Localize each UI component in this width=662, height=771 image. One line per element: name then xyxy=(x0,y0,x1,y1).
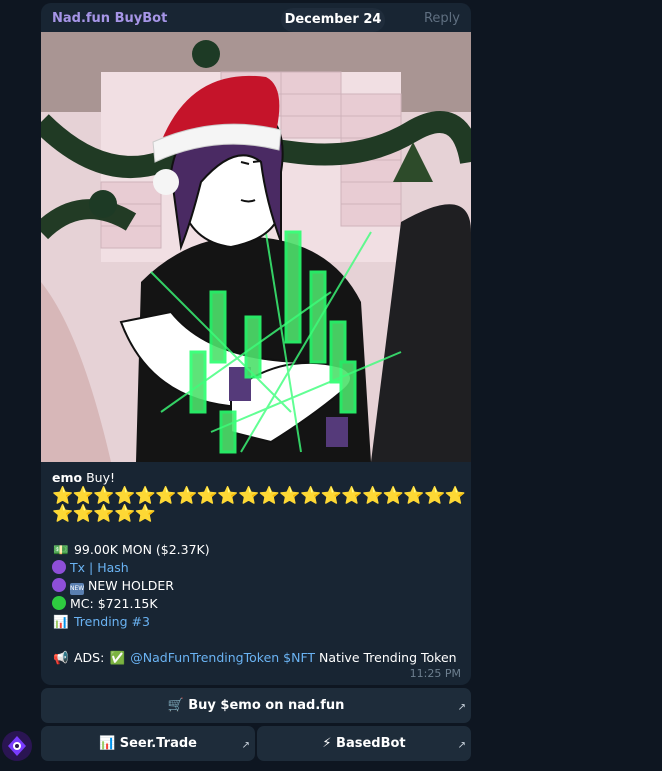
basedbot-button[interactable]: ⚡ BasedBot ↗ xyxy=(257,726,471,761)
buy-action: Buy! xyxy=(82,470,115,485)
hash-link[interactable]: Hash xyxy=(97,560,129,575)
external-link-icon: ↗ xyxy=(457,740,466,751)
message-bubble: Nad.fun BuyBot December 24 Reply emo Buy… xyxy=(41,3,471,685)
money-icon: 💵 xyxy=(53,542,69,557)
token-name: emo xyxy=(52,470,83,485)
message-photo[interactable] xyxy=(41,32,471,462)
external-link-icon: ↗ xyxy=(241,740,250,751)
ads-text: Native Trending Token xyxy=(315,650,457,665)
tx-separator: | xyxy=(85,560,98,575)
seer-button-label: 📊 Seer.Trade xyxy=(99,736,197,751)
stars-row: ⭐⭐⭐⭐⭐⭐⭐⭐⭐⭐⭐⭐⭐⭐⭐⭐⭐⭐⭐⭐ ⭐⭐⭐⭐⭐ xyxy=(52,486,466,524)
buy-button-label: 🛒 Buy $emo on nad.fun xyxy=(167,698,345,713)
tx-line: Tx | Hash xyxy=(52,559,462,577)
seer-trade-button[interactable]: 📊 Seer.Trade ↗ xyxy=(41,726,255,761)
stars-line-2: ⭐⭐⭐⭐⭐ xyxy=(52,504,156,524)
reply-button[interactable]: Reply xyxy=(424,11,460,26)
amount-value: 99.00K MON ($2.37K) xyxy=(73,542,210,557)
purple-circle-icon xyxy=(52,560,66,574)
new-holder-line: NEW NEW HOLDER xyxy=(52,577,462,595)
basedbot-button-label: ⚡ BasedBot xyxy=(322,736,406,751)
external-link-icon: ↗ xyxy=(457,702,466,713)
buy-title: emo Buy! xyxy=(52,469,462,487)
sender-name[interactable]: Nad.fun BuyBot xyxy=(52,11,167,26)
new-badge-icon: NEW xyxy=(70,583,84,595)
amount-line: 💵 99.00K MON ($2.37K) xyxy=(52,541,462,559)
stars-line-1: ⭐⭐⭐⭐⭐⭐⭐⭐⭐⭐⭐⭐⭐⭐⭐⭐⭐⭐⭐⭐ xyxy=(52,486,466,506)
date-pill: December 24 xyxy=(281,8,385,32)
bot-avatar[interactable] xyxy=(2,731,32,761)
chart-icon: 📊 xyxy=(53,614,69,629)
trending-line: 📊 Trending #3 xyxy=(52,613,462,631)
nadfun-logo-icon xyxy=(2,731,32,761)
purple-circle-icon xyxy=(52,578,66,592)
message-time: 11:25 PM xyxy=(409,667,461,680)
message-text: emo Buy! ⭐⭐⭐⭐⭐⭐⭐⭐⭐⭐⭐⭐⭐⭐⭐⭐⭐⭐⭐⭐ ⭐⭐⭐⭐⭐ 💵 99… xyxy=(52,469,466,667)
ads-link[interactable]: @NadFunTrendingToken $NFT xyxy=(130,650,315,665)
megaphone-icon: 📢 xyxy=(53,650,69,665)
check-icon: ✅ xyxy=(109,650,126,665)
ads-line: 📢 ADS: ✅ @NadFunTrendingToken $NFT Nativ… xyxy=(52,649,462,667)
trending-link[interactable]: Trending #3 xyxy=(74,614,150,629)
tx-link[interactable]: Tx xyxy=(70,560,85,575)
market-cap-line: MC: $721.15K xyxy=(52,595,462,613)
market-cap-value: MC: $721.15K xyxy=(70,596,158,611)
new-holder-text: NEW HOLDER xyxy=(88,578,174,593)
green-circle-icon xyxy=(52,596,66,610)
christmas-character-illustration xyxy=(41,32,471,462)
ads-label: ADS: xyxy=(73,650,105,665)
buy-on-nadfun-button[interactable]: 🛒 Buy $emo on nad.fun ↗ xyxy=(41,688,471,723)
